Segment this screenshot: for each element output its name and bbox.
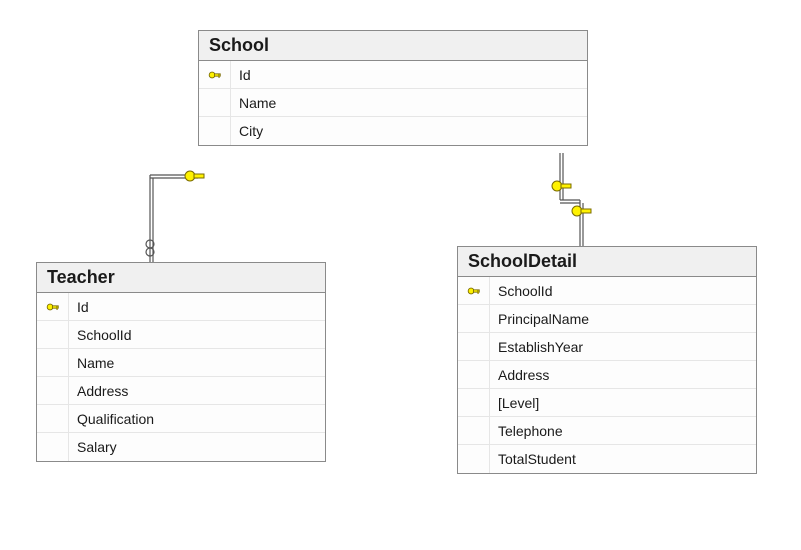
table-row[interactable]: City <box>199 117 587 145</box>
columns-list: SchoolId PrincipalName EstablishYear Add… <box>458 277 756 473</box>
table-schooldetail[interactable]: SchoolDetail SchoolId PrincipalName Esta… <box>457 246 757 474</box>
pk-cell <box>199 89 231 116</box>
table-row[interactable]: Qualification <box>37 405 325 433</box>
column-name: Salary <box>69 439 325 455</box>
pk-cell <box>37 321 69 348</box>
key-icon <box>46 300 60 314</box>
pk-cell <box>458 445 490 473</box>
table-row[interactable]: Address <box>37 377 325 405</box>
column-name: Address <box>69 383 325 399</box>
columns-list: Id SchoolId Name Address Qualification S… <box>37 293 325 461</box>
pk-cell <box>199 117 231 145</box>
column-name: Telephone <box>490 423 756 439</box>
diagram-canvas: { "tables": { "school": { "title": "Scho… <box>0 0 801 550</box>
column-name: SchoolId <box>69 327 325 343</box>
key-icon <box>208 68 222 82</box>
pk-cell <box>458 305 490 332</box>
pk-cell <box>458 333 490 360</box>
table-row[interactable]: Address <box>458 361 756 389</box>
table-teacher[interactable]: Teacher Id SchoolId Name Address Qualifi… <box>36 262 326 462</box>
table-row[interactable]: EstablishYear <box>458 333 756 361</box>
pk-cell <box>37 377 69 404</box>
column-name: Id <box>231 67 587 83</box>
pk-cell <box>458 277 490 304</box>
table-row[interactable]: Telephone <box>458 417 756 445</box>
pk-cell <box>37 293 69 320</box>
column-name: EstablishYear <box>490 339 756 355</box>
column-name: TotalStudent <box>490 451 756 467</box>
table-row[interactable]: [Level] <box>458 389 756 417</box>
column-name: Address <box>490 367 756 383</box>
table-title: Teacher <box>37 263 325 293</box>
column-name: PrincipalName <box>490 311 756 327</box>
table-row[interactable]: Salary <box>37 433 325 461</box>
pk-cell <box>458 389 490 416</box>
table-title: School <box>199 31 587 61</box>
table-row[interactable]: PrincipalName <box>458 305 756 333</box>
column-name: Name <box>231 95 587 111</box>
column-name: Qualification <box>69 411 325 427</box>
column-name: [Level] <box>490 395 756 411</box>
table-row[interactable]: TotalStudent <box>458 445 756 473</box>
pk-cell <box>458 361 490 388</box>
key-icon <box>467 284 481 298</box>
table-row[interactable]: Name <box>199 89 587 117</box>
table-row[interactable]: SchoolId <box>37 321 325 349</box>
column-name: Name <box>69 355 325 371</box>
table-title: SchoolDetail <box>458 247 756 277</box>
pk-cell <box>37 349 69 376</box>
column-name: SchoolId <box>490 283 756 299</box>
table-row[interactable]: SchoolId <box>458 277 756 305</box>
pk-cell <box>199 61 231 88</box>
column-name: City <box>231 123 587 139</box>
pk-cell <box>458 417 490 444</box>
table-row[interactable]: Id <box>199 61 587 89</box>
table-school[interactable]: School Id Name City <box>198 30 588 146</box>
columns-list: Id Name City <box>199 61 587 145</box>
table-row[interactable]: Name <box>37 349 325 377</box>
table-row[interactable]: Id <box>37 293 325 321</box>
pk-cell <box>37 433 69 461</box>
column-name: Id <box>69 299 325 315</box>
pk-cell <box>37 405 69 432</box>
